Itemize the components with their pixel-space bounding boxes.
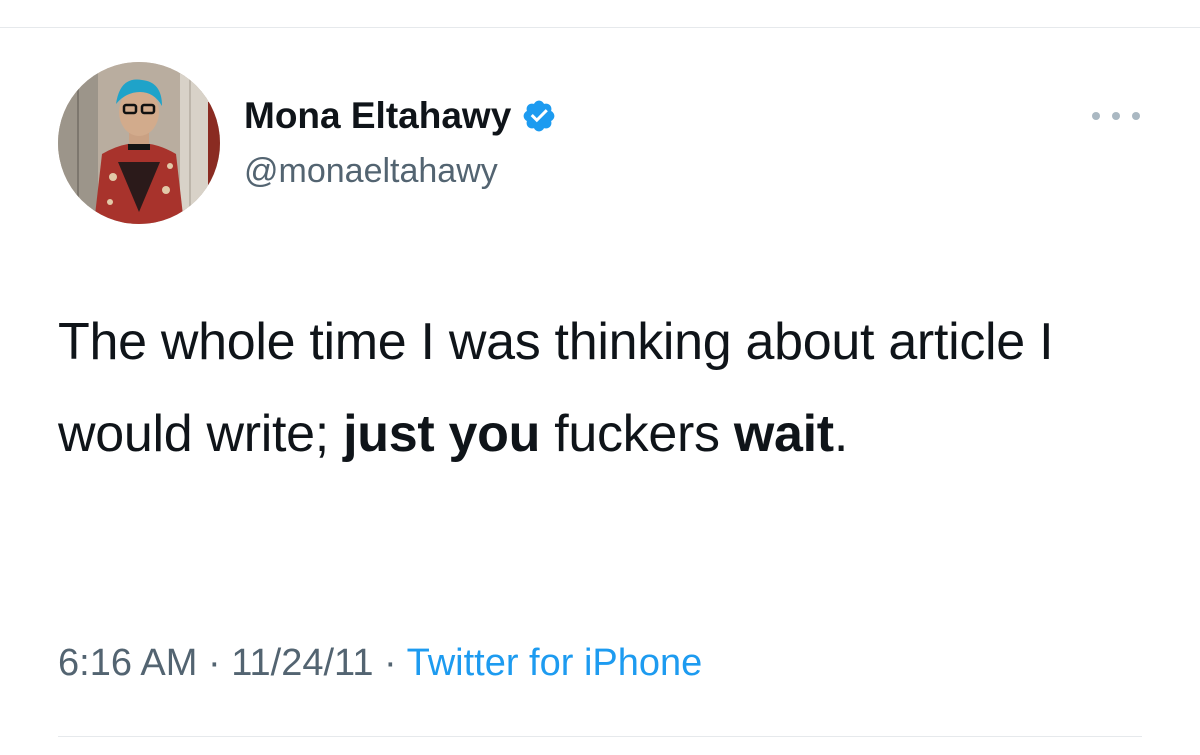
tweet-text-bold: just you bbox=[343, 405, 541, 463]
profile-photo-icon bbox=[58, 62, 220, 224]
author-name-row: Mona Eltahawy bbox=[244, 93, 557, 139]
tweet-time[interactable]: 6:16 AM bbox=[58, 642, 197, 684]
more-dot bbox=[1112, 112, 1120, 120]
more-options-icon[interactable] bbox=[1092, 104, 1140, 128]
bottom-divider bbox=[58, 736, 1142, 737]
more-dot bbox=[1092, 112, 1100, 120]
avatar[interactable] bbox=[58, 62, 220, 224]
tweet-date[interactable]: 11/24/11 bbox=[231, 642, 373, 684]
top-divider bbox=[0, 27, 1200, 28]
meta-separator: · bbox=[207, 642, 221, 684]
tweet-source-link[interactable]: Twitter for iPhone bbox=[407, 642, 703, 684]
tweet-text: The whole time I was thinking about arti… bbox=[58, 296, 1158, 480]
meta-separator: · bbox=[384, 642, 397, 684]
tweet-text-segment: fuckers bbox=[540, 405, 734, 463]
author-display-name[interactable]: Mona Eltahawy bbox=[244, 95, 511, 137]
more-dot bbox=[1132, 112, 1140, 120]
tweet-text-segment: . bbox=[833, 405, 848, 463]
author-handle[interactable]: @monaeltahawy bbox=[244, 152, 498, 191]
verified-badge-icon bbox=[521, 98, 557, 134]
tweet-meta: 6:16 AM · 11/24/11 · Twitter for iPhone bbox=[58, 642, 702, 685]
tweet-text-bold: wait bbox=[733, 405, 834, 463]
